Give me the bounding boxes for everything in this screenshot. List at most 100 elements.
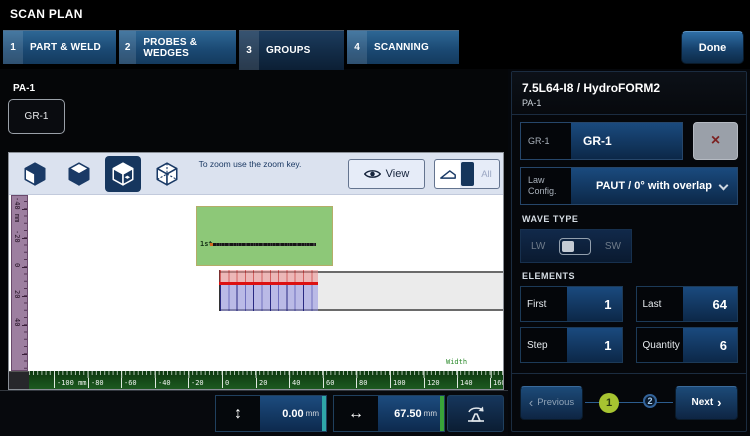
view-cube-top-button[interactable] bbox=[61, 156, 97, 192]
tab-number: 2 bbox=[119, 31, 136, 64]
h-ruler-label: 40 bbox=[289, 378, 300, 388]
next-label: Next bbox=[691, 397, 713, 408]
wave-type-sw-label: SW bbox=[605, 241, 621, 252]
last-label: Last bbox=[637, 287, 683, 321]
group-name-value[interactable]: GR-1 bbox=[571, 123, 682, 159]
step-1-badge-active[interactable]: 1 bbox=[599, 393, 619, 413]
tab-number: 1 bbox=[3, 31, 23, 64]
first-value[interactable]: 1 bbox=[567, 287, 622, 321]
eye-icon bbox=[364, 168, 381, 180]
h-ruler-label: 140 bbox=[457, 378, 473, 388]
law-config-value[interactable]: PAUT / 0° with overlap bbox=[571, 168, 737, 204]
view-cube-3d-button-selected[interactable] bbox=[105, 156, 141, 192]
tab-label: GROUPS bbox=[259, 31, 315, 70]
wedge-icon bbox=[435, 160, 460, 188]
h-ruler-label: 0 bbox=[222, 378, 229, 388]
vertical-arrows-icon: ↕ bbox=[216, 396, 260, 431]
all-toggle-label: All bbox=[474, 169, 499, 180]
done-button[interactable]: Done bbox=[681, 31, 744, 64]
horizontal-width-unit: mm bbox=[424, 409, 437, 418]
probe-housing[interactable]: 1st bbox=[196, 206, 333, 266]
chevron-left-icon: ‹ bbox=[529, 396, 533, 409]
group-name-field[interactable]: GR-1 GR-1 bbox=[520, 122, 683, 160]
law-config-field[interactable]: Law Config. PAUT / 0° with overlap bbox=[520, 167, 738, 205]
vertical-ruler-ticks bbox=[22, 196, 27, 370]
tab-probes-and-wedges[interactable]: 2 PROBES & WEDGES bbox=[119, 30, 236, 64]
first-label: First bbox=[521, 287, 567, 321]
horizontal-ruler: -100 mm -80 -60 -40 -20 0 20 40 60 80 10… bbox=[29, 371, 503, 389]
wizard-navigation: ‹ Previous 1 2 Next › bbox=[512, 373, 746, 431]
quantity-value[interactable]: 6 bbox=[683, 328, 738, 362]
width-axis-label: Width bbox=[446, 358, 467, 366]
wave-type-lw-label: LW bbox=[531, 241, 545, 252]
view-button[interactable]: View bbox=[348, 159, 425, 189]
probe-array-label: PA-1 bbox=[13, 83, 35, 94]
view-cube-side-button[interactable] bbox=[17, 156, 53, 192]
tab-bar: 1 PART & WELD 2 PROBES & WEDGES 3 GROUPS… bbox=[0, 28, 750, 69]
beam-coverage bbox=[219, 285, 318, 311]
tab-groups[interactable]: 3 GROUPS bbox=[239, 30, 344, 70]
toggle-knob[interactable] bbox=[461, 162, 474, 186]
tab-label: PART & WELD bbox=[23, 31, 105, 64]
group-tab-gr1[interactable]: GR-1 bbox=[8, 99, 65, 134]
cube-side-icon bbox=[22, 161, 48, 187]
cube-top-icon bbox=[66, 161, 92, 187]
tab-label: PROBES & WEDGES bbox=[136, 31, 236, 64]
wave-type-switch[interactable] bbox=[559, 238, 591, 255]
h-ruler-label: -80 bbox=[88, 378, 104, 388]
tab-part-and-weld[interactable]: 1 PART & WELD bbox=[3, 30, 116, 64]
step-2-badge[interactable]: 2 bbox=[643, 394, 657, 408]
v-ruler-label: 20 bbox=[13, 290, 21, 298]
tab-number: 4 bbox=[347, 31, 367, 64]
title-bar: SCAN PLAN bbox=[0, 0, 750, 28]
horizontal-width-value: 67.50 bbox=[394, 408, 422, 420]
tab-scanning[interactable]: 4 SCANNING bbox=[347, 30, 459, 64]
panel-body: GR-1 GR-1 × Law Config. PAUT / 0° with o… bbox=[512, 115, 746, 373]
cube-wireframe-icon bbox=[154, 161, 180, 187]
h-ruler-label: 60 bbox=[323, 378, 334, 388]
v-ruler-label: -40 mm bbox=[13, 197, 21, 222]
h-ruler-label: 160 bbox=[490, 378, 503, 388]
h-ruler-label: 80 bbox=[356, 378, 367, 388]
step-field[interactable]: Step 1 bbox=[520, 327, 623, 363]
first-element-field[interactable]: First 1 bbox=[520, 286, 623, 322]
panel-frame: 7.5L64-I8 / HydroFORM2 PA-1 GR-1 GR-1 × … bbox=[511, 71, 747, 432]
previous-button[interactable]: ‹ Previous bbox=[520, 386, 583, 420]
tab-number: 3 bbox=[239, 31, 259, 70]
wave-type-toggle[interactable]: LW SW bbox=[520, 229, 632, 263]
teal-accent-stripe bbox=[322, 396, 326, 431]
h-ruler-label: -60 bbox=[121, 378, 137, 388]
flip-probe-icon bbox=[463, 404, 489, 424]
group-settings-panel: 7.5L64-I8 / HydroFORM2 PA-1 GR-1 GR-1 × … bbox=[508, 69, 750, 436]
vertical-offset-field[interactable]: ↕ 0.00 mm bbox=[215, 395, 327, 432]
step-label: Step bbox=[521, 328, 567, 362]
horizontal-width-field[interactable]: ↔ 67.50 mm bbox=[333, 395, 445, 432]
probe-wedge-title: 7.5L64-I8 / HydroFORM2 bbox=[522, 81, 736, 95]
h-ruler-label: -100 mm bbox=[54, 378, 87, 388]
group-name-row: GR-1 GR-1 × bbox=[520, 122, 738, 160]
step-value[interactable]: 1 bbox=[567, 328, 622, 362]
delete-group-button[interactable]: × bbox=[693, 122, 738, 160]
measurement-bar: ↕ 0.00 mm ↔ 67.50 mm bbox=[0, 390, 508, 436]
v-ruler-label: 0 bbox=[13, 263, 21, 267]
panel-header: 7.5L64-I8 / HydroFORM2 PA-1 bbox=[512, 72, 746, 115]
v-ruler-label: -20 bbox=[13, 230, 21, 243]
vertical-offset-unit: mm bbox=[306, 409, 319, 418]
vertical-offset-value: 0.00 bbox=[282, 408, 303, 420]
green-accent-stripe bbox=[440, 396, 444, 431]
view-cube-wireframe-button[interactable] bbox=[149, 156, 185, 192]
group-name-label: GR-1 bbox=[521, 123, 571, 159]
quantity-field[interactable]: Quantity 6 bbox=[636, 327, 739, 363]
h-ruler-label: -20 bbox=[188, 378, 204, 388]
show-all-wedges-toggle[interactable]: All bbox=[434, 159, 500, 189]
last-element-field[interactable]: Last 64 bbox=[636, 286, 739, 322]
canvas-toolbar: To zoom use the zoom key. View All bbox=[9, 153, 503, 195]
h-ruler-label: 20 bbox=[256, 378, 267, 388]
law-config-label: Law Config. bbox=[521, 168, 571, 204]
scan-plan-canvas: To zoom use the zoom key. View All 1st bbox=[8, 152, 504, 390]
v-ruler-label: 40 bbox=[13, 318, 21, 326]
quantity-label: Quantity bbox=[637, 328, 683, 362]
last-value[interactable]: 64 bbox=[683, 287, 738, 321]
flip-probe-button[interactable] bbox=[447, 395, 504, 432]
next-button[interactable]: Next › bbox=[675, 386, 738, 420]
